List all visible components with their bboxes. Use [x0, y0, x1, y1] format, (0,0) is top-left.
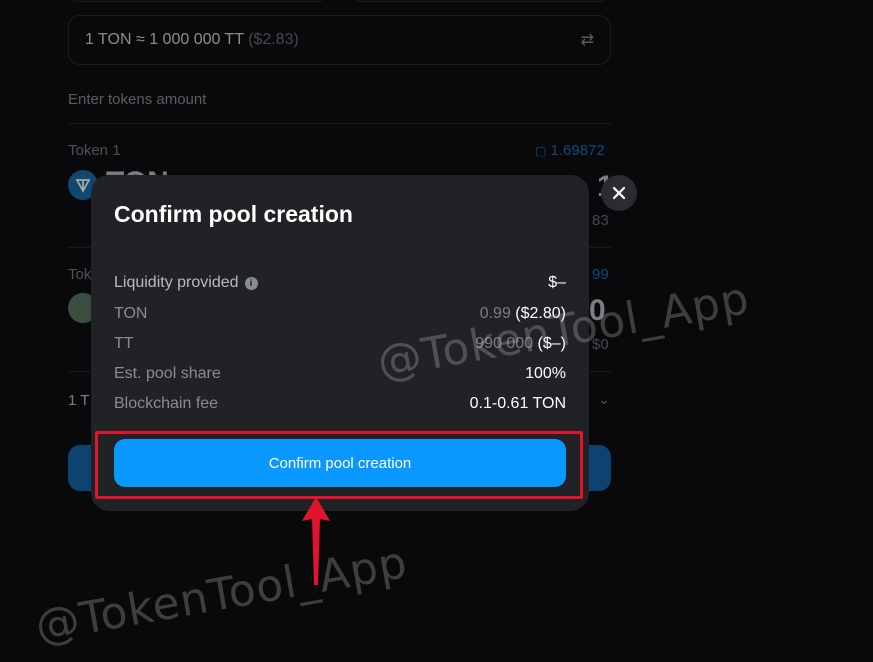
highlight-box — [95, 431, 583, 499]
liquidity-label: Liquidity provided — [114, 274, 239, 291]
tt-label: TT — [114, 335, 134, 352]
info-icon[interactable]: i — [244, 276, 258, 290]
fee-label: Blockchain fee — [114, 395, 219, 412]
fee-value: 0.1-0.61 TON — [469, 395, 566, 412]
modal-title: Confirm pool creation — [114, 201, 353, 227]
close-button[interactable] — [601, 175, 637, 211]
pool-share-value: 100% — [525, 365, 566, 382]
liquidity-value: $– — [548, 274, 566, 291]
row-label: Liquidity provided i — [114, 274, 258, 292]
pool-share-label: Est. pool share — [114, 365, 221, 382]
row-liquidity: Liquidity provided i $– — [114, 273, 566, 293]
close-icon — [612, 186, 626, 200]
ton-label: TON — [114, 305, 148, 322]
row-blockchain-fee: Blockchain fee 0.1-0.61 TON — [114, 394, 566, 414]
